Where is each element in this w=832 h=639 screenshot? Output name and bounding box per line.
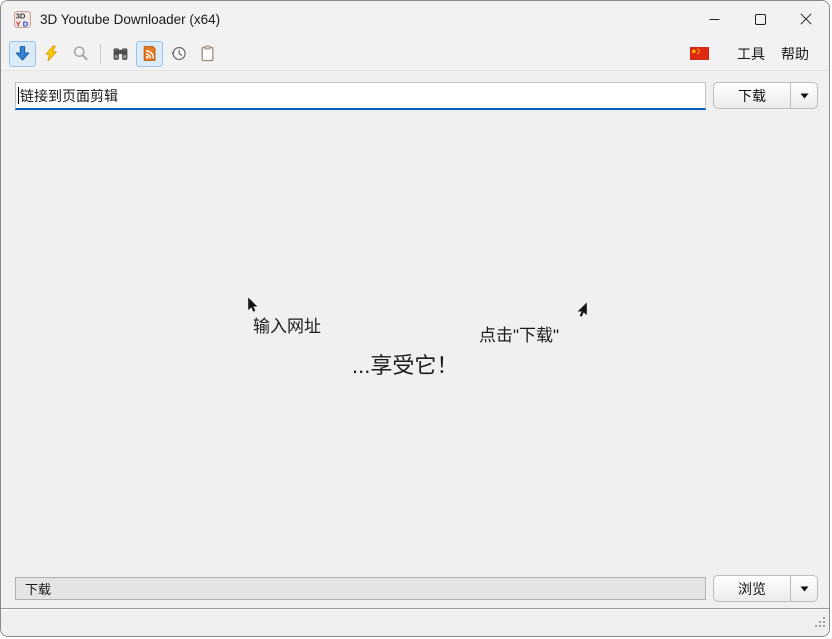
app-icon: 3D Y D [14, 11, 31, 28]
window-title: 3D Youtube Downloader (x64) [40, 12, 220, 27]
china-flag-icon [690, 47, 709, 60]
download-bar-label: 下载 [25, 579, 51, 598]
close-icon [800, 13, 812, 25]
svg-text:D: D [23, 19, 29, 27]
download-split-button: 下载 [713, 82, 818, 109]
download-progress-bar: 下载 [15, 577, 706, 600]
minimize-button[interactable] [691, 1, 737, 37]
browse-split-button: 浏览 [713, 575, 818, 602]
text-caret [18, 87, 19, 104]
pointer-cursor-right-icon [576, 302, 588, 323]
clipboard-button[interactable] [194, 41, 221, 67]
toolbar-separator [100, 44, 101, 64]
window-controls [691, 1, 829, 37]
chevron-down-icon [800, 586, 809, 592]
toolbar: 工具 帮助 [1, 37, 829, 71]
toolbar-right: 工具 帮助 [686, 40, 829, 68]
clipboard-icon [199, 45, 216, 62]
menu-tools[interactable]: 工具 [729, 40, 773, 68]
history-button[interactable] [165, 41, 192, 67]
hint-click-download: 点击"下载" [479, 321, 559, 346]
download-arrow-icon [14, 45, 31, 62]
app-window: 3D Y D 3D Youtube Downloader (x64) [0, 0, 830, 637]
rss-icon [141, 45, 158, 62]
binoculars-icon [112, 45, 129, 62]
quick-launch-button[interactable] [38, 41, 65, 67]
download-button[interactable]: 下载 [714, 83, 790, 108]
close-button[interactable] [783, 1, 829, 37]
hint-enter-url: 输入网址 [253, 312, 321, 337]
lightning-icon [43, 45, 60, 62]
maximize-icon [755, 14, 766, 25]
status-bar [1, 608, 829, 636]
url-input-wrap [15, 82, 706, 110]
download-dropdown-button[interactable] [790, 83, 817, 108]
chevron-down-icon [800, 93, 809, 99]
url-input[interactable] [16, 83, 705, 108]
rss-feed-button[interactable] [136, 41, 163, 67]
language-flag-button[interactable] [686, 45, 713, 62]
download-mode-button[interactable] [9, 41, 36, 67]
minimize-icon [709, 14, 720, 25]
magnifier-icon [72, 45, 89, 62]
menu-help[interactable]: 帮助 [773, 40, 817, 68]
history-clock-icon [170, 45, 187, 62]
svg-text:Y: Y [16, 19, 21, 27]
maximize-button[interactable] [737, 1, 783, 37]
browse-button[interactable]: 浏览 [714, 576, 790, 601]
resize-grip[interactable] [813, 615, 826, 633]
search-button[interactable] [67, 41, 94, 67]
hint-enjoy: ...享受它！ [352, 348, 458, 380]
browse-dropdown-button[interactable] [790, 576, 817, 601]
analyze-button[interactable] [107, 41, 134, 67]
titlebar: 3D Y D 3D Youtube Downloader (x64) [1, 1, 829, 37]
